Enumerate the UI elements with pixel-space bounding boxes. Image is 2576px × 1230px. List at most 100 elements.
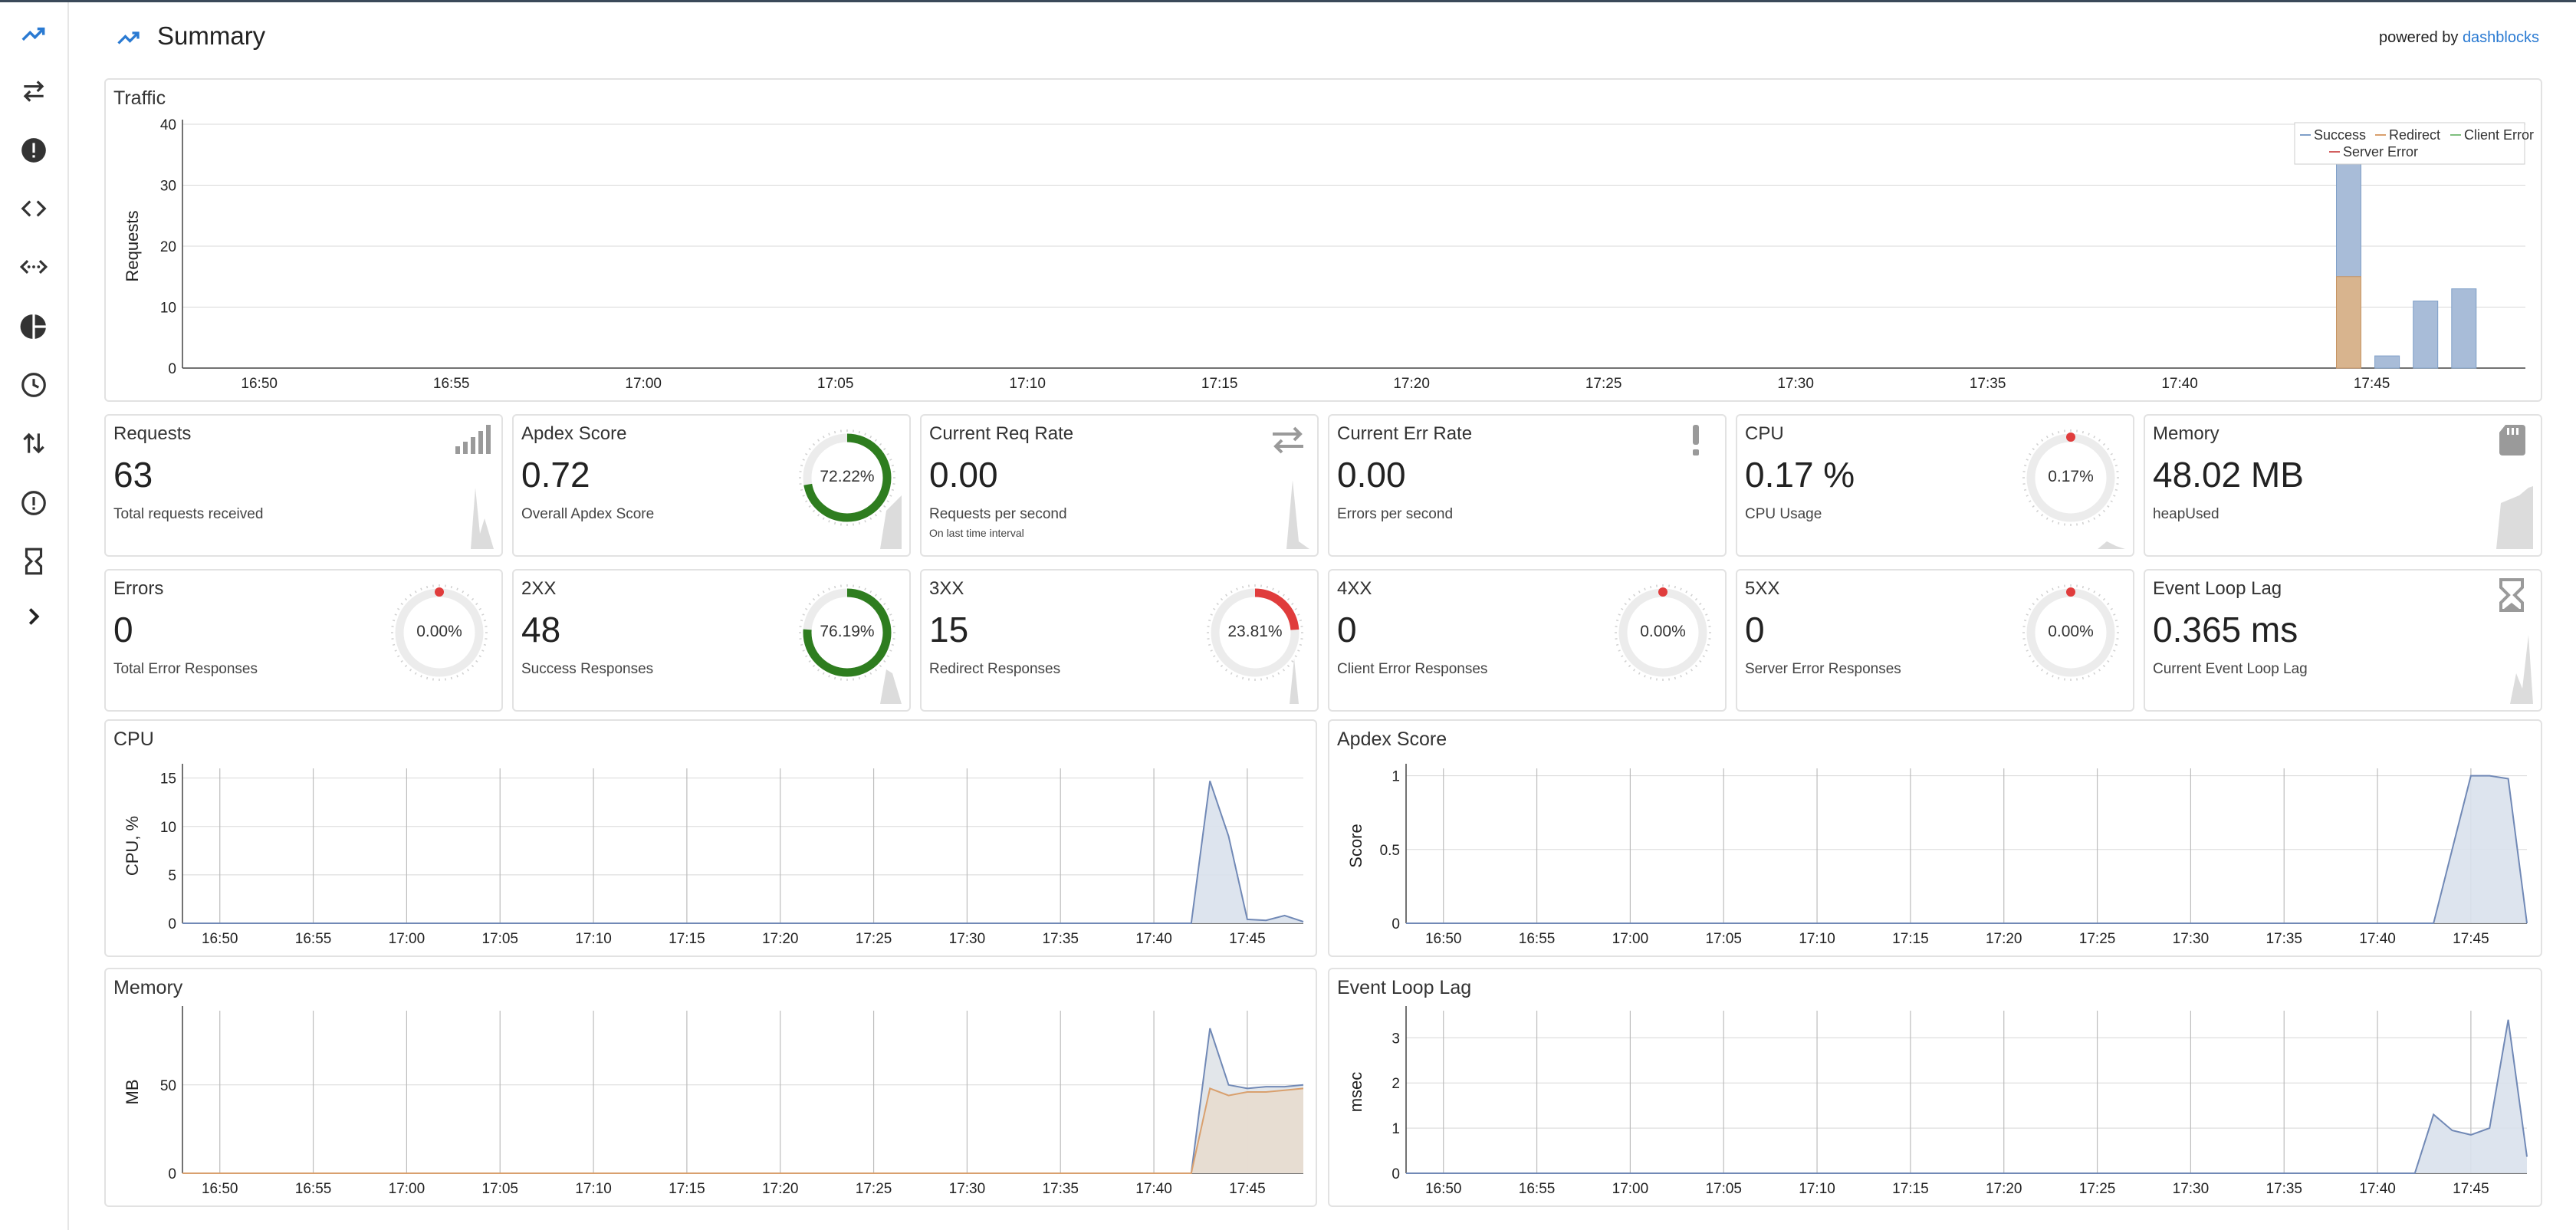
x-tick-label: 17:35 bbox=[1042, 1181, 1079, 1197]
x-tick-label: 17:30 bbox=[1777, 376, 1814, 392]
sparkline bbox=[2496, 635, 2533, 704]
gauge-dot bbox=[1658, 587, 1668, 597]
sparkline bbox=[2496, 486, 2533, 549]
x-tick-label: 17:00 bbox=[625, 376, 662, 392]
series-line bbox=[182, 781, 1304, 924]
stat-title: Requests bbox=[113, 423, 192, 444]
event-loop-chart-card: Event Loop Lag 0 1 2 3 16:50 16:55 17:00 17:05 1… bbox=[1328, 968, 2542, 1207]
x-tick-label: 17:00 bbox=[1612, 931, 1649, 947]
x-tick-label: 17:25 bbox=[2079, 1181, 2116, 1197]
x-tick-label: 17:25 bbox=[856, 931, 892, 947]
x-tick-label: 16:50 bbox=[202, 931, 238, 947]
stat-card-requests: Requests 63 Total requests received bbox=[104, 414, 503, 557]
x-tick-label: 17:20 bbox=[1393, 376, 1430, 392]
stat-card-apdex-score: Apdex Score 0.72 Overall Apdex Score 72.… bbox=[512, 414, 911, 557]
signal-bars-icon bbox=[455, 425, 491, 454]
stat-value: 48 bbox=[521, 610, 561, 650]
sidebar-item-event-loop[interactable] bbox=[18, 545, 50, 577]
y-tick-label: 1 bbox=[1392, 1121, 1400, 1137]
stat-value: 0.72 bbox=[521, 455, 590, 495]
x-tick-label: 17:45 bbox=[1229, 1181, 1266, 1197]
x-tick-label: 17:15 bbox=[1892, 1181, 1929, 1197]
hourglass-icon bbox=[2499, 578, 2524, 612]
x-tick-label: 17:05 bbox=[1705, 1181, 1742, 1197]
stat-card-4xx: 4XX 0 Client Error Responses 0.00% bbox=[1328, 569, 1727, 712]
y-tick-label: 15 bbox=[160, 771, 176, 788]
trending-up-icon bbox=[117, 31, 140, 44]
stat-card-current-req-rate: Current Req Rate 0.00 Requests per secon… bbox=[920, 414, 1319, 557]
stat-value: 0 bbox=[1745, 610, 1765, 650]
x-tick-label: 17:45 bbox=[2354, 376, 2390, 392]
stat-value: 48.02 MB bbox=[2153, 455, 2304, 495]
cpu-chart-card: CPU 0 5 10 15 16:50 16:55 17:00 17:05 17:10 17:15… bbox=[104, 719, 1317, 957]
sidebar-item-distribution[interactable] bbox=[18, 311, 50, 343]
series-area bbox=[1406, 1019, 2527, 1173]
series-area bbox=[182, 1028, 1303, 1173]
x-tick-label: 16:55 bbox=[1519, 931, 1556, 947]
exclamation-icon bbox=[1693, 425, 1699, 455]
hourglass-icon bbox=[25, 548, 43, 575]
x-tick-label: 17:10 bbox=[1799, 1181, 1835, 1197]
y-axis-label: CPU, % bbox=[123, 816, 142, 876]
x-tick-label: 17:10 bbox=[1009, 376, 1046, 392]
cpu-chart: 0 5 10 15 16:50 16:55 17:00 17:05 17:10 17:15 17:2… bbox=[123, 764, 1304, 947]
x-tick-label: 17:20 bbox=[1986, 931, 2022, 947]
x-tick-label: 17:40 bbox=[1135, 931, 1172, 947]
x-tick-label: 17:15 bbox=[669, 1181, 705, 1197]
y-tick-label: 10 bbox=[160, 301, 176, 317]
sidebar-item-summary[interactable] bbox=[18, 18, 50, 50]
x-tick-label: 17:00 bbox=[1612, 1181, 1649, 1197]
x-tick-label: 17:10 bbox=[1799, 931, 1835, 947]
sidebar-item-errors[interactable] bbox=[18, 134, 50, 166]
page-title: Summary bbox=[157, 21, 266, 50]
stat-value: 0 bbox=[1337, 610, 1357, 650]
x-tick-label: 17:25 bbox=[1585, 376, 1622, 392]
x-tick-label: 17:10 bbox=[575, 931, 612, 947]
y-tick-label: 0 bbox=[1392, 916, 1400, 932]
y-tick-label: 20 bbox=[160, 239, 176, 255]
gauge-dot bbox=[2066, 432, 2075, 442]
stat-description: Total requests received bbox=[113, 506, 264, 522]
x-tick-label: 17:05 bbox=[481, 1181, 518, 1197]
stat-description: Errors per second bbox=[1337, 506, 1454, 522]
legend-label: Success bbox=[2314, 127, 2366, 143]
stat-card-current-err-rate: Current Err Rate 0.00 Errors per second bbox=[1328, 414, 1727, 557]
sidebar-item-io[interactable] bbox=[18, 427, 50, 459]
y-tick-label: 0 bbox=[168, 361, 176, 377]
bar-success bbox=[2374, 355, 2400, 369]
sidebar-item-endpoints[interactable] bbox=[18, 251, 50, 283]
y-tick-label: 0 bbox=[1392, 1166, 1400, 1182]
x-tick-label: 17:45 bbox=[1229, 931, 1266, 947]
header: Summary powered by dashblocks bbox=[71, 2, 2576, 71]
x-tick-label: 17:20 bbox=[1986, 1181, 2022, 1197]
alert-circle-outline-icon bbox=[21, 491, 46, 515]
x-tick-label: 17:00 bbox=[389, 931, 426, 947]
stat-description: Total Error Responses bbox=[113, 661, 258, 677]
stat-description: heapUsed bbox=[2153, 506, 2220, 522]
stat-value: 63 bbox=[113, 455, 153, 495]
gauge-label: 23.81% bbox=[1227, 623, 1283, 640]
sidebar-item-traffic[interactable] bbox=[18, 75, 50, 107]
stat-title: 5XX bbox=[1745, 578, 1780, 599]
x-tick-label: 16:50 bbox=[1425, 931, 1462, 947]
stat-description: Requests per second bbox=[929, 506, 1067, 522]
sidebar-item-alerts[interactable] bbox=[18, 487, 50, 519]
dashblocks-link[interactable]: dashblocks bbox=[2463, 29, 2539, 46]
trending-up-icon bbox=[21, 27, 45, 41]
gauge-label: 0.00% bbox=[2048, 623, 2094, 640]
sidebar-item-code[interactable] bbox=[18, 192, 50, 225]
x-tick-label: 16:55 bbox=[295, 1181, 332, 1197]
powered-by-label: powered by bbox=[2378, 29, 2463, 46]
x-tick-label: 17:10 bbox=[575, 1181, 612, 1197]
stat-card-event-loop-lag: Event Loop Lag 0.365 ms Current Event Lo… bbox=[2144, 569, 2542, 712]
x-tick-label: 17:35 bbox=[2266, 931, 2302, 947]
sidebar-expand-button[interactable] bbox=[18, 600, 50, 633]
sidebar-item-timing[interactable] bbox=[18, 369, 50, 401]
stat-title: Apdex Score bbox=[521, 423, 627, 444]
stat-title: CPU bbox=[1745, 423, 1784, 444]
legend-label: Redirect bbox=[2389, 127, 2440, 143]
stat-card-memory: Memory 48.02 MB heapUsed bbox=[2144, 414, 2542, 557]
y-tick-label: 5 bbox=[168, 868, 176, 884]
gauge-label: 0.17% bbox=[2048, 468, 2094, 485]
bar-success bbox=[2413, 301, 2439, 369]
